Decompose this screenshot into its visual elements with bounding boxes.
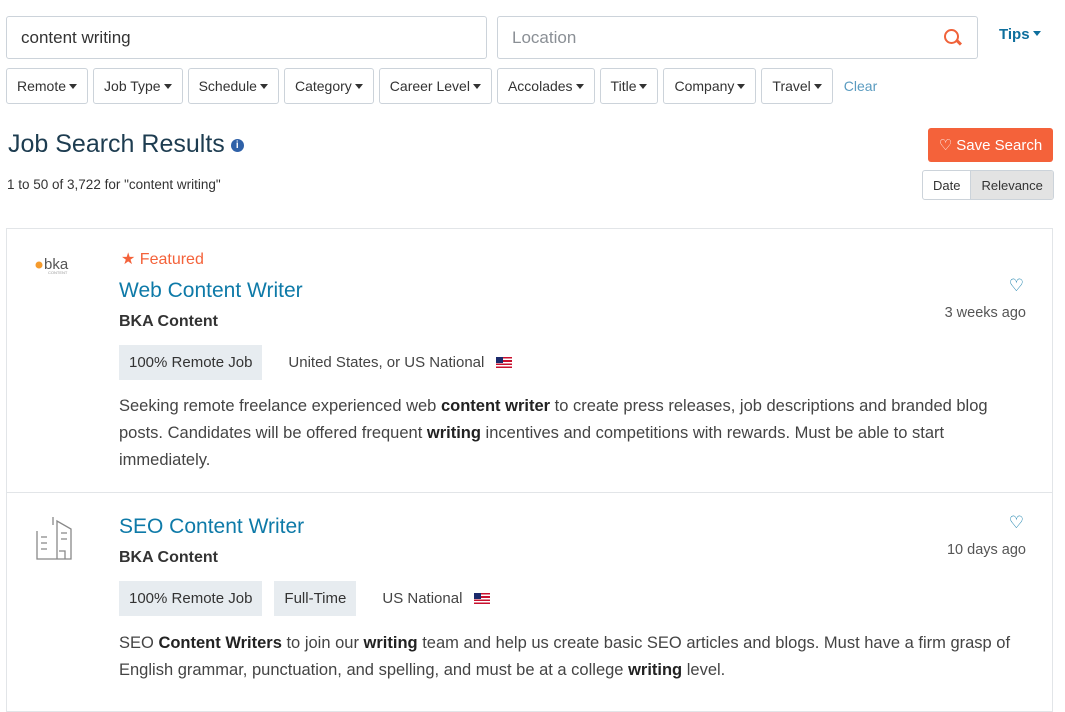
desc-highlight: writing: [426, 424, 481, 442]
company-logo: bka CONTENT: [35, 255, 87, 280]
filter-career-level[interactable]: Career Level: [378, 68, 492, 104]
clear-filters-link[interactable]: Clear: [844, 78, 877, 94]
tag-full-time: Full-Time: [274, 581, 357, 616]
filter-label: Career Level: [389, 78, 470, 94]
filter-travel[interactable]: Travel: [761, 68, 833, 104]
filter-remote[interactable]: Remote: [6, 68, 89, 104]
caret-down-icon: [813, 83, 822, 89]
sort-toggle: Date Relevance: [922, 170, 1054, 200]
us-flag-icon: [496, 357, 513, 368]
filter-category[interactable]: Category: [283, 68, 374, 104]
filter-label: Title: [610, 78, 637, 94]
filter-title[interactable]: Title: [599, 68, 659, 104]
featured-badge: ★ Featured: [121, 249, 204, 269]
company-name: BKA Content: [119, 313, 218, 330]
filter-label: Category: [294, 78, 352, 94]
posted-age: 10 days ago: [946, 542, 1026, 558]
caret-down-icon: [354, 83, 363, 89]
page-title: Job Search Results i: [8, 130, 244, 159]
page-title-text: Job Search Results: [8, 130, 225, 158]
caret-down-icon: [472, 83, 481, 89]
caret-down-icon: [575, 83, 584, 89]
filter-label: Schedule: [198, 78, 257, 94]
svg-text:CONTENT: CONTENT: [48, 270, 68, 275]
desc-highlight: Content Writers: [158, 634, 282, 652]
desc-highlight: writing: [628, 661, 683, 679]
job-title-link[interactable]: SEO Content Writer: [119, 515, 304, 539]
company-building-icon: [35, 511, 75, 566]
filter-label: Remote: [17, 78, 67, 94]
filter-label: Accolades: [507, 78, 573, 94]
job-tags: 100% Remote Job Full-Time US National: [119, 581, 491, 616]
desc-text: to join our: [281, 634, 364, 652]
job-description: Seeking remote freelance experienced web…: [119, 393, 1034, 474]
posted-age: 3 weeks ago: [944, 305, 1026, 321]
desc-text: Seeking remote freelance experienced web: [119, 397, 441, 415]
job-tags: 100% Remote Job United States, or US Nat…: [119, 345, 513, 380]
job-location: United States, or US National: [288, 354, 485, 371]
caret-down-icon: [259, 83, 268, 89]
desc-highlight: writing: [363, 634, 418, 652]
save-search-label: Save Search: [956, 136, 1043, 154]
filter-label: Job Type: [104, 78, 161, 94]
job-card[interactable]: bka CONTENT ★ Featured Web Content Writer…: [6, 228, 1053, 493]
job-title-link[interactable]: Web Content Writer: [119, 279, 303, 303]
filter-label: Travel: [772, 78, 811, 94]
job-description: SEO Content Writers to join our writing …: [119, 630, 1034, 684]
filter-schedule[interactable]: Schedule: [187, 68, 279, 104]
favorite-heart-icon[interactable]: ♡: [1009, 513, 1024, 533]
filter-job-type[interactable]: Job Type: [93, 68, 183, 104]
keyword-value: content writing: [21, 27, 131, 47]
caret-down-icon: [163, 83, 172, 89]
company-name: BKA Content: [119, 549, 218, 566]
location-input[interactable]: Location: [497, 16, 978, 59]
tips-label: Tips: [999, 26, 1030, 43]
keyword-search-input[interactable]: content writing: [6, 16, 487, 59]
caret-down-icon: [1032, 31, 1041, 36]
sort-relevance-button[interactable]: Relevance: [970, 171, 1053, 199]
filter-accolades[interactable]: Accolades: [496, 68, 595, 104]
us-flag-icon: [474, 593, 491, 604]
location-placeholder: Location: [512, 27, 577, 47]
desc-text: SEO: [119, 634, 159, 652]
sort-date-button[interactable]: Date: [923, 171, 970, 199]
star-icon: ★: [121, 251, 136, 268]
search-icon[interactable]: [943, 28, 963, 48]
caret-down-icon: [639, 83, 648, 89]
tips-dropdown[interactable]: Tips: [999, 26, 1041, 43]
filter-label: Company: [674, 78, 735, 94]
filter-company[interactable]: Company: [663, 68, 757, 104]
caret-down-icon: [737, 83, 746, 89]
save-search-button[interactable]: ♡ Save Search: [928, 128, 1053, 162]
job-card[interactable]: SEO Content Writer BKA Content 100% Remo…: [6, 492, 1053, 712]
tag-remote: 100% Remote Job: [119, 345, 263, 380]
favorite-heart-icon[interactable]: ♡: [1009, 276, 1024, 296]
job-location: US National: [382, 590, 463, 607]
heart-icon: ♡: [938, 137, 953, 154]
info-icon[interactable]: i: [230, 139, 244, 152]
filter-bar: Remote Job Type Schedule Category Career…: [6, 68, 877, 104]
results-count: 1 to 50 of 3,722 for "content writing": [7, 177, 221, 192]
tag-remote: 100% Remote Job: [119, 581, 263, 616]
desc-highlight: content writer: [440, 397, 551, 415]
featured-label: Featured: [139, 251, 204, 268]
desc-text: level.: [682, 661, 726, 679]
caret-down-icon: [69, 83, 78, 89]
